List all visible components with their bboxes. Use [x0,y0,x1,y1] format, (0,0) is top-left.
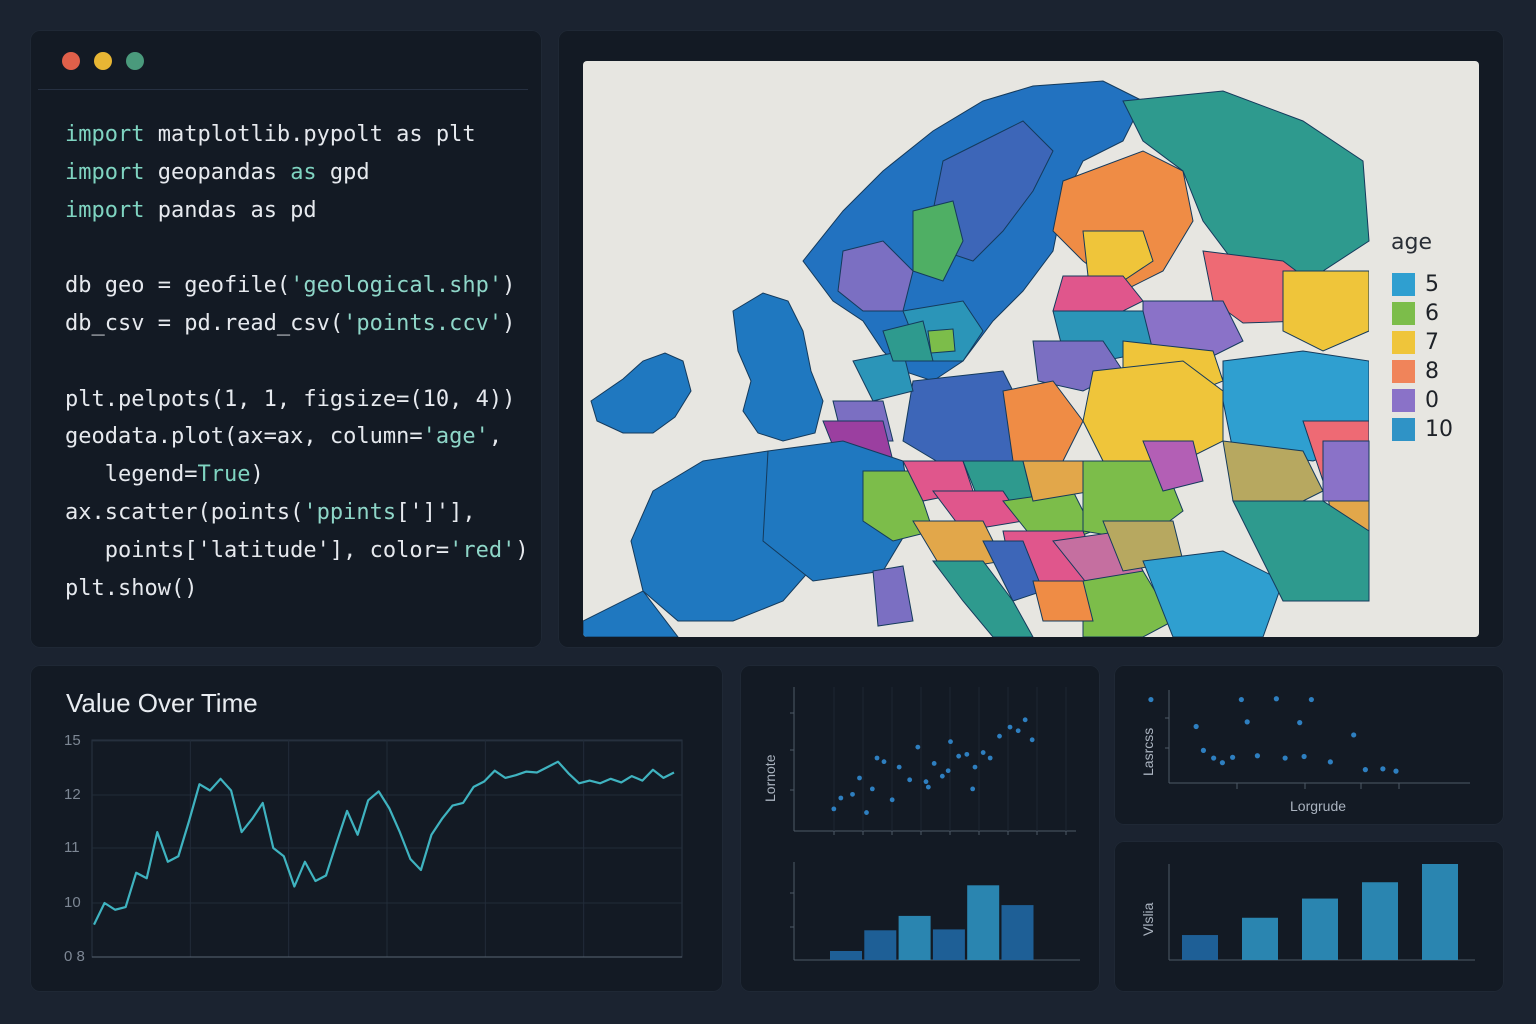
legend-label: 10 [1425,417,1453,442]
maximize-dot-icon[interactable] [126,52,144,70]
british-isles-region [590,352,692,434]
code-token: 'points.ccv' [343,310,503,336]
legend-swatch [1392,389,1415,412]
line-chart-title: Value Over Time [66,688,258,718]
code-token: pandas as pd [144,197,317,223]
code-line: points['latitude'], color='red') [65,532,529,570]
scatter2-xlabel: Lorgrude [1290,798,1347,814]
bar2-panel [1114,841,1504,992]
code-token: ) [502,310,516,336]
legend-item: 10 [1392,417,1453,442]
code-token: geopandas [144,159,291,185]
minimize-dot-icon[interactable] [94,52,112,70]
legend-swatch [1392,331,1415,354]
legend-swatch [1392,302,1415,325]
code-token: 'ppints [303,499,397,525]
balkan-small-region [1032,580,1094,622]
code-token: points['latitude'], color= [65,537,450,563]
code-line: ax.scatter(points('ppints[']'], [65,494,529,532]
legend-label: 8 [1425,359,1439,384]
code-line: import matplotlib.pypolt as plt [65,116,529,154]
code-line: db_csv = pd.read_csv('points.ccv') [65,305,529,343]
code-token: 'age' [422,424,489,450]
russia-east-region [1282,270,1370,352]
far-east-region [1322,440,1370,502]
legend-item: 5 [1392,272,1439,297]
europe-map-svg [583,80,1479,637]
great-britain-region [732,292,824,442]
scatter-bar-panel [740,665,1100,992]
gotland-region [927,328,956,354]
y-tick-label: 12 [64,786,81,803]
code-token: ax.scatter(points( [65,499,304,525]
code-token: True [197,462,251,488]
code-token: db_csv = pd.read_csv( [65,310,344,336]
legend-item: 8 [1392,359,1439,384]
legend-item: 7 [1392,330,1439,355]
code-line: db geo = geofile('geological.shp') [65,267,529,305]
code-line: import geopandas as gpd [65,154,529,192]
legend-swatch [1392,418,1415,441]
choropleth-map[interactable] [583,61,1479,637]
legend-item: 6 [1392,301,1439,326]
code-token: ) [250,462,264,488]
code-token: 'red' [449,537,516,563]
code-token: plt.pelpots(1, 1, figsize=(10, 4)) [65,386,516,412]
code-line: legend=True) [65,456,529,494]
code-token: geodata.plot(ax=ax, column= [65,424,423,450]
scatter1-ylabel: Lornote [762,754,778,802]
legend-label: 6 [1425,301,1439,326]
code-token: ) [515,537,529,563]
code-token: gpd [316,159,370,185]
scatter2-ylabel: Lasrcss [1140,727,1156,776]
code-block[interactable]: import matplotlib.pypolt as plt import ge… [65,116,529,607]
bar2-ylabel: Vlslia [1140,902,1156,936]
code-line: plt.show() [65,570,529,608]
legend-swatch [1392,273,1415,296]
legend-label: 0 [1425,388,1439,413]
y-tick-label: 10 [64,894,81,911]
code-token: db geo = geofile( [65,273,291,299]
poland-region [1002,380,1084,462]
legend-swatch [1392,360,1415,383]
code-line: geodata.plot(ax=ax, column='age', [65,418,529,456]
code-token: matplotlib.pypolt as plt [144,122,476,147]
corsica-region [872,565,914,627]
code-token: ) [502,273,516,299]
editor-divider [38,89,528,90]
code-token: plt.show() [65,575,198,601]
code-token: legend= [65,462,198,488]
code-token: import [65,122,145,147]
close-dot-icon[interactable] [62,52,80,70]
code-token: , [488,424,503,450]
legend-item: 0 [1392,388,1439,413]
y-tick-label: 0 8 [64,948,85,965]
code-line: plt.pelpots(1, 1, figsize=(10, 4)) [65,381,529,419]
legend-title: age [1391,230,1432,255]
y-tick-label: 15 [64,732,81,749]
y-tick-label: 11 [64,839,80,856]
legend-label: 7 [1425,330,1439,355]
code-token: [']'], [396,499,476,525]
code-line: import pandas as pd [65,192,529,230]
window-controls [62,52,144,70]
legend-label: 5 [1425,272,1439,297]
code-token: import [65,159,145,185]
code-token: import [65,197,145,223]
germany-region [902,370,1024,472]
code-token: 'geological.shp' [290,273,503,299]
code-token: as [290,159,317,185]
